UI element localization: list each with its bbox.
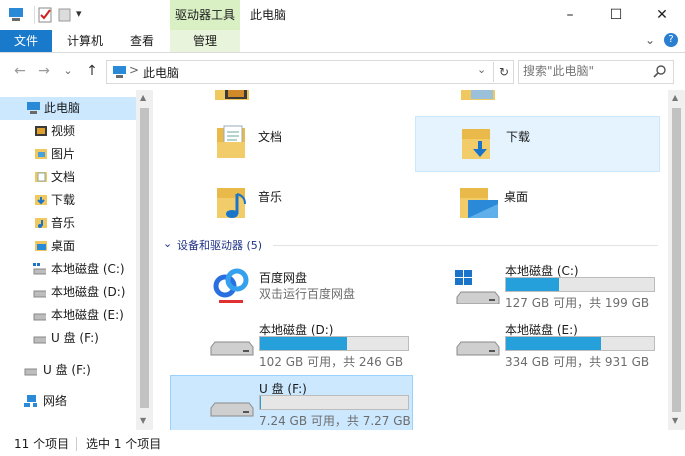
devices-group-chevron[interactable]: ⌄	[163, 237, 172, 250]
scroll-down-icon[interactable]: ▼	[672, 416, 678, 425]
drive-icon	[33, 290, 46, 298]
devices-group-title[interactable]: 设备和驱动器 (5)	[177, 237, 262, 253]
scroll-down-icon[interactable]: ▼	[140, 416, 146, 425]
status-bar: 11 个项目 选中 1 个项目	[0, 432, 685, 456]
breadcrumb-separator: >	[129, 63, 140, 77]
help-icon[interactable]: ?	[664, 33, 678, 47]
drive-tile-usb-f[interactable]: U 盘 (F:) 7.24 GB 可用，共 7.27 GB	[170, 375, 413, 430]
nav-item-music[interactable]: 音乐	[0, 212, 136, 235]
content-scrollbar[interactable]: ▲ ▼	[668, 90, 685, 430]
drive-icon	[210, 341, 254, 356]
folder-tile-music[interactable]: 音乐	[211, 178, 451, 234]
pc-icon	[113, 66, 126, 78]
close-button[interactable]: ✕	[639, 0, 685, 30]
drive-tile-baidu-netdisk[interactable]: 百度网盘 双击运行百度网盘	[205, 260, 455, 316]
pictures-folder-icon	[461, 90, 495, 100]
drive-usage-bar	[505, 336, 655, 351]
tab-manage[interactable]: 管理	[170, 30, 240, 52]
pictures-folder-icon	[35, 149, 47, 159]
nav-item-drive-e[interactable]: 本地磁盘 (E:)	[0, 304, 136, 327]
breadcrumb-this-pc[interactable]: 此电脑	[143, 64, 179, 81]
drive-usage-bar	[259, 336, 409, 351]
nav-item-drive-c[interactable]: 本地磁盘 (C:)	[0, 258, 136, 281]
minimize-button[interactable]: –	[547, 0, 593, 30]
nav-item-network[interactable]: 网络	[0, 390, 136, 413]
folder-tile-downloads[interactable]: 下载	[415, 116, 660, 172]
windows-drive-icon	[33, 263, 46, 275]
drive-usage-bar	[259, 395, 409, 410]
downloads-folder-icon	[35, 195, 47, 205]
back-button[interactable]: ←	[10, 62, 30, 80]
pc-icon	[27, 102, 40, 114]
properties-icon[interactable]	[38, 7, 54, 23]
music-folder-icon	[35, 218, 47, 228]
status-item-count: 11 个项目	[14, 437, 70, 451]
drive-tools-context-title: 驱动器工具	[170, 0, 240, 30]
drive-tile-c[interactable]: 本地磁盘 (C:) 127 GB 可用，共 199 GB	[451, 260, 661, 316]
tab-computer[interactable]: 计算机	[55, 30, 115, 52]
maximize-button[interactable]: ☐	[593, 0, 639, 30]
forward-button[interactable]: →	[34, 62, 54, 80]
video-folder-icon	[215, 90, 249, 100]
windows-drive-icon	[455, 270, 500, 304]
nav-item-videos[interactable]: 视频	[0, 120, 136, 143]
drive-usage-bar	[505, 277, 655, 292]
drive-tile-e[interactable]: 本地磁盘 (E:) 334 GB 可用，共 931 GB	[451, 319, 661, 375]
drive-usage-fill	[506, 337, 601, 350]
recent-locations-button[interactable]: ⌄	[58, 62, 78, 80]
window-title: 此电脑	[250, 8, 287, 22]
navigation-pane: 此电脑 视频 图片 文档 下载 音乐 桌面 本地磁盘 (C:) 本地磁盘 (D:…	[0, 90, 136, 430]
search-input[interactable]	[523, 63, 647, 79]
music-folder-icon	[217, 188, 246, 218]
tab-view[interactable]: 查看	[118, 30, 166, 52]
documents-folder-icon	[217, 125, 245, 158]
nav-item-usb-f[interactable]: U 盘 (F:)	[0, 327, 136, 350]
drive-tile-d[interactable]: 本地磁盘 (D:) 102 GB 可用，共 246 GB	[205, 319, 455, 375]
address-bar[interactable]: > 此电脑 ⌄ ↻	[106, 60, 514, 84]
scroll-up-icon[interactable]: ▲	[672, 93, 678, 102]
quick-access-dropdown[interactable]: ▾	[76, 7, 82, 20]
nav-item-documents[interactable]: 文档	[0, 166, 136, 189]
content-pane: 文档 下载 音乐 桌面 ⌄ 设备和驱动器 (5) 百度网盘 双击运行百度网盘 本…	[153, 90, 668, 430]
refresh-button[interactable]: ↻	[493, 62, 514, 82]
drive-icon	[456, 341, 500, 356]
desktop-folder-icon	[460, 188, 498, 218]
desktop-folder-icon	[35, 241, 47, 251]
nav-item-pictures[interactable]: 图片	[0, 143, 136, 166]
nav-scroll-thumb[interactable]	[140, 108, 149, 408]
drive-icon	[33, 313, 46, 321]
nav-item-usb-f-root[interactable]: U 盘 (F:)	[0, 359, 136, 382]
status-selected-count: 选中 1 个项目	[86, 437, 162, 451]
group-divider	[273, 245, 658, 246]
ribbon-expand-icon[interactable]: ⌄	[645, 33, 655, 47]
nav-item-this-pc[interactable]: 此电脑	[0, 97, 136, 120]
nav-item-drive-d[interactable]: 本地磁盘 (D:)	[0, 281, 136, 304]
search-icon[interactable]	[653, 65, 667, 79]
usb-drive-icon	[24, 368, 37, 376]
search-box[interactable]	[518, 60, 674, 84]
nav-item-downloads[interactable]: 下载	[0, 189, 136, 212]
up-button[interactable]: ↑	[82, 62, 102, 80]
downloads-folder-icon	[462, 129, 490, 159]
pc-icon	[9, 8, 23, 21]
drive-usage-fill	[506, 278, 560, 291]
usb-drive-icon	[33, 336, 46, 344]
folder-tile-desktop[interactable]: 桌面	[458, 178, 658, 234]
nav-scrollbar[interactable]: ▲ ▼	[136, 90, 153, 430]
address-dropdown-icon[interactable]: ⌄	[477, 63, 486, 76]
baidu-netdisk-icon	[209, 262, 253, 306]
usb-drive-icon	[210, 402, 254, 417]
drive-usage-fill	[260, 337, 348, 350]
new-folder-icon[interactable]	[58, 7, 72, 23]
tab-file[interactable]: 文件	[0, 30, 52, 52]
scroll-up-icon[interactable]: ▲	[140, 93, 146, 102]
network-icon	[24, 395, 37, 407]
status-divider	[76, 437, 77, 451]
documents-folder-icon	[35, 172, 47, 182]
video-folder-icon	[35, 126, 47, 136]
nav-item-desktop[interactable]: 桌面	[0, 235, 136, 258]
content-scroll-thumb[interactable]	[672, 108, 681, 412]
drive-usage-fill	[260, 396, 261, 409]
